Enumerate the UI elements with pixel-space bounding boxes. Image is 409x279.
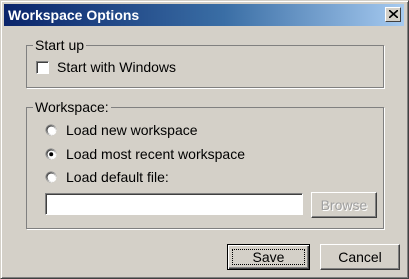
radio-load-default-file[interactable] xyxy=(45,171,57,183)
cancel-button[interactable]: Cancel xyxy=(320,244,400,270)
start-with-windows-label: Start with Windows xyxy=(57,59,177,75)
radio-load-recent-workspace[interactable] xyxy=(45,148,57,160)
title-bar[interactable]: Workspace Options xyxy=(4,4,404,26)
close-button[interactable] xyxy=(385,7,401,22)
load-recent-workspace-label: Load most recent workspace xyxy=(66,146,245,162)
load-default-file-option[interactable]: Load default file: xyxy=(45,169,169,185)
save-button[interactable]: Save xyxy=(227,244,310,270)
radio-load-new-workspace[interactable] xyxy=(45,124,57,136)
load-default-file-label: Load default file: xyxy=(66,169,169,185)
start-with-windows-checkbox[interactable] xyxy=(36,60,49,74)
default-file-input[interactable] xyxy=(45,193,303,215)
load-new-workspace-label: Load new workspace xyxy=(66,122,198,138)
dialog-title: Workspace Options xyxy=(8,7,140,23)
load-recent-workspace-option[interactable]: Load most recent workspace xyxy=(45,146,245,162)
close-icon xyxy=(389,10,398,18)
browse-button[interactable]: Browse xyxy=(311,192,377,218)
start-with-windows-option[interactable]: Start with Windows xyxy=(36,59,176,75)
load-new-workspace-option[interactable]: Load new workspace xyxy=(45,122,198,138)
save-label: Save xyxy=(252,249,285,265)
workspace-options-dialog: Workspace Options Start up Start with Wi… xyxy=(0,0,409,279)
startup-legend: Start up xyxy=(33,37,87,53)
workspace-legend: Workspace: xyxy=(33,99,111,115)
